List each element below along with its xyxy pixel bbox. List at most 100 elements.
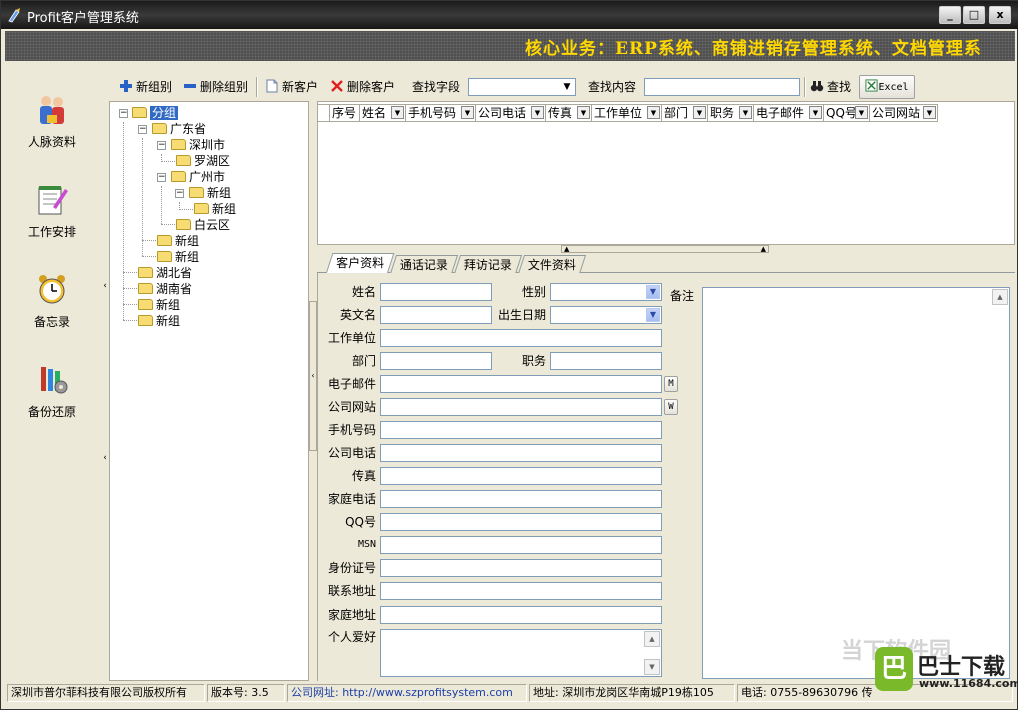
- tab-file-data[interactable]: 文件资料: [517, 255, 587, 274]
- tab-customer-info[interactable]: 客户资料: [325, 253, 395, 274]
- birthday-select[interactable]: ▼: [550, 306, 662, 324]
- tree-node-guangdong[interactable]: 广东省: [152, 121, 206, 137]
- grid-col-header[interactable]: 手机号码 ▼: [406, 105, 476, 121]
- mobile-field[interactable]: [380, 421, 662, 439]
- excel-export-button[interactable]: Excel: [859, 75, 915, 99]
- status-website-link[interactable]: 公司网址: http://www.szprofitsystem.com: [287, 684, 527, 702]
- delete-customer-button[interactable]: 删除客户: [330, 78, 395, 96]
- position-field[interactable]: [550, 352, 662, 370]
- grid-col-header[interactable]: 公司网站 ▼: [870, 105, 938, 121]
- collapse-toggle-icon[interactable]: −: [119, 109, 128, 118]
- grid-col-header[interactable]: 传真 ▼: [546, 105, 592, 121]
- maximize-button[interactable]: □: [963, 6, 985, 24]
- search-button[interactable]: 查找: [810, 78, 851, 96]
- tree-node-gd-new2[interactable]: 新组: [157, 249, 199, 265]
- tree-splitter[interactable]: ‹: [309, 101, 317, 681]
- tab-visit-records[interactable]: 拜访记录: [453, 255, 523, 274]
- company-field[interactable]: [380, 329, 662, 347]
- grid-col-header[interactable]: 职务 ▼: [708, 105, 754, 121]
- notes-textarea[interactable]: ▲: [702, 287, 1010, 679]
- tree-line: [142, 240, 156, 241]
- chevron-down-icon[interactable]: ▼: [577, 106, 590, 119]
- contact-address-field[interactable]: [380, 582, 662, 600]
- tree-node-gz-new[interactable]: 新组: [189, 185, 231, 201]
- grid-col-header[interactable]: 姓名 ▼: [360, 105, 406, 121]
- id-number-field[interactable]: [380, 559, 662, 577]
- name-label: 姓名: [351, 285, 376, 299]
- collapse-toggle-icon[interactable]: −: [175, 189, 184, 198]
- nav-item-contacts[interactable]: 人脉资料: [5, 93, 99, 163]
- tab-call-records[interactable]: 通话记录: [389, 255, 459, 274]
- collapse-toggle-icon[interactable]: −: [157, 173, 166, 182]
- home-phone-field[interactable]: [380, 490, 662, 508]
- chevron-down-icon[interactable]: ▼: [809, 106, 822, 119]
- grid-col-header[interactable]: 部门 ▼: [662, 105, 708, 121]
- new-document-icon: [266, 79, 278, 93]
- chevron-down-icon[interactable]: ▼: [693, 106, 706, 119]
- tree-node-hunan[interactable]: 湖南省: [138, 281, 192, 297]
- company-phone-field[interactable]: [380, 444, 662, 462]
- tree-node-root-new1[interactable]: 新组: [138, 297, 180, 313]
- scroll-up-icon[interactable]: ▲: [992, 289, 1008, 305]
- name-field[interactable]: [380, 283, 492, 301]
- minimize-button[interactable]: _: [939, 6, 961, 24]
- chevron-down-icon[interactable]: ▼: [923, 106, 936, 119]
- tree-line: [161, 186, 162, 224]
- open-website-button[interactable]: W: [664, 399, 678, 415]
- chevron-down-icon[interactable]: ▼: [531, 106, 544, 119]
- collapse-nav-bottom-icon[interactable]: ‹: [101, 451, 109, 465]
- msn-field[interactable]: [380, 536, 662, 554]
- grid-col-header[interactable]: 电子邮件 ▼: [754, 105, 824, 121]
- grid-splitter[interactable]: ▲ ▲: [561, 245, 769, 253]
- home-address-field[interactable]: [380, 606, 662, 624]
- nav-item-backup[interactable]: 备份还原: [5, 363, 99, 433]
- chevron-down-icon[interactable]: ▼: [391, 106, 404, 119]
- collapse-nav-top-icon[interactable]: ‹: [101, 279, 109, 293]
- chevron-down-icon[interactable]: ▼: [461, 106, 474, 119]
- department-field[interactable]: [380, 352, 492, 370]
- grid-col-header[interactable]: 公司电话 ▼: [476, 105, 546, 121]
- tree-node-root[interactable]: 分组: [132, 105, 179, 121]
- splitter-grip-icon[interactable]: ‹: [309, 301, 317, 451]
- tree-node-luohu[interactable]: 罗湖区: [176, 153, 230, 169]
- qq-field[interactable]: [380, 513, 662, 531]
- nav-item-memo[interactable]: 备忘录: [5, 273, 99, 343]
- collapse-toggle-icon[interactable]: −: [157, 141, 166, 150]
- tree-node-shenzhen[interactable]: 深圳市: [171, 137, 225, 153]
- new-group-label: 新组别: [136, 80, 173, 94]
- website-field[interactable]: [380, 398, 662, 416]
- tree-node-gz-new-sub[interactable]: 新组: [194, 201, 236, 217]
- folder-icon: [194, 203, 209, 214]
- tree-node-hubei[interactable]: 湖北省: [138, 265, 192, 281]
- chevron-down-icon[interactable]: ▼: [739, 106, 752, 119]
- chevron-down-icon[interactable]: ▼: [855, 106, 868, 119]
- collapse-toggle-icon[interactable]: −: [138, 125, 147, 134]
- tree-node-guangzhou[interactable]: 广州市: [171, 169, 225, 185]
- email-field[interactable]: [380, 375, 662, 393]
- tree-node-root-new2[interactable]: 新组: [138, 313, 180, 329]
- new-group-button[interactable]: 新组别: [119, 78, 172, 96]
- banner-text: 核心业务：ERP系统、商铺进销存管理系统、文档管理系: [525, 39, 982, 59]
- chevron-down-icon[interactable]: ▼: [647, 106, 660, 119]
- search-field-select[interactable]: ▼: [468, 78, 576, 96]
- tree-node-baiyun[interactable]: 白云区: [176, 217, 230, 233]
- english-name-field[interactable]: [380, 306, 492, 324]
- scroll-down-icon[interactable]: ▼: [644, 659, 660, 675]
- scroll-up-icon[interactable]: ▲: [644, 631, 660, 647]
- grid-col-header[interactable]: QQ号 ▼: [824, 105, 870, 121]
- gender-select[interactable]: ▼: [550, 283, 662, 301]
- fax-field[interactable]: [380, 467, 662, 485]
- grid-col-header[interactable]: 序号: [330, 105, 360, 121]
- search-content-input[interactable]: [644, 78, 800, 96]
- hobby-textarea[interactable]: ▲ ▼: [380, 629, 662, 677]
- nav-item-schedule[interactable]: 工作安排: [5, 183, 99, 253]
- folder-icon: [189, 187, 204, 198]
- grid-col-header[interactable]: 工作单位 ▼: [592, 105, 662, 121]
- close-button[interactable]: x: [989, 6, 1011, 24]
- delete-group-button[interactable]: 删除组别: [183, 78, 248, 96]
- new-customer-button[interactable]: 新客户: [265, 78, 318, 96]
- send-mail-button[interactable]: M: [664, 376, 678, 392]
- chevron-up-icon: ▲: [760, 245, 766, 253]
- minus-icon: [184, 84, 196, 88]
- tree-node-gd-new1[interactable]: 新组: [157, 233, 199, 249]
